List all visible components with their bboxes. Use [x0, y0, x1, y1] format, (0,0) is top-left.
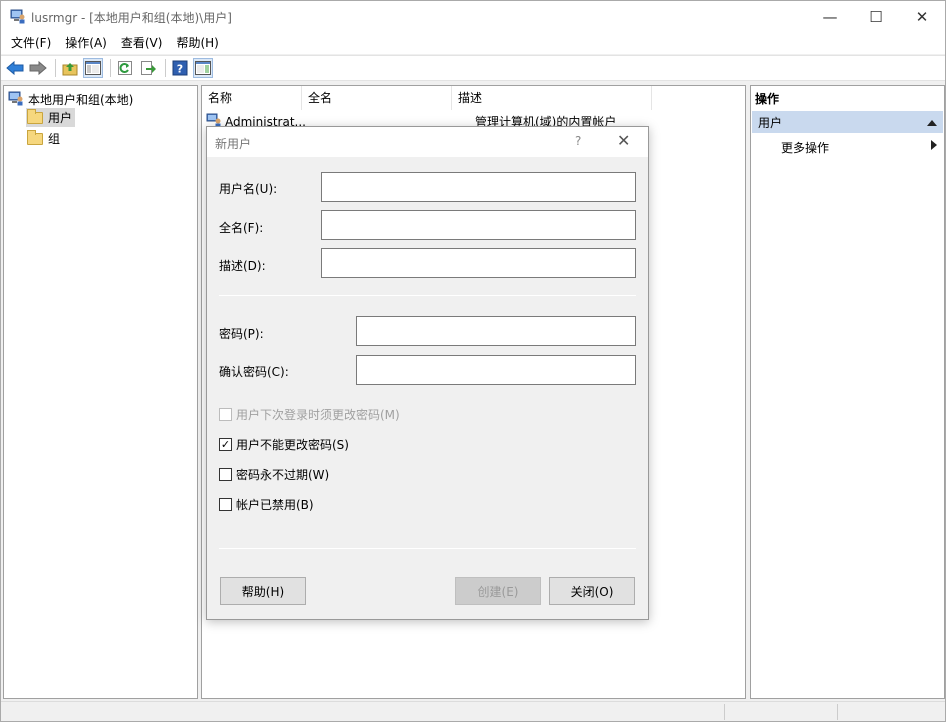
checkbox-label: 用户不能更改密码(S): [236, 438, 349, 452]
confirm-password-label: 确认密码(C):: [219, 365, 289, 379]
username-label: 用户名(U):: [219, 182, 278, 196]
toolbar-separator: [110, 59, 111, 77]
dialog-title: 新用户: [215, 137, 252, 151]
tree-pane: 本地用户和组(本地) 用户 组: [3, 85, 198, 699]
actions-more[interactable]: 更多操作: [781, 139, 941, 156]
cannot-change-password-checkbox[interactable]: ✓ 用户不能更改密码(S): [219, 436, 349, 453]
show-tree-icon[interactable]: [83, 58, 103, 78]
tree-root[interactable]: 本地用户和组(本地): [8, 90, 133, 109]
dialog-close-icon[interactable]: ✕: [617, 131, 630, 150]
tree-item-label: 用户: [48, 111, 73, 125]
folder-icon: [27, 129, 43, 145]
checkbox-label: 用户下次登录时须更改密码(M): [236, 408, 400, 422]
checkbox-box[interactable]: [219, 408, 232, 421]
actions-pane: 操作 用户 更多操作: [750, 85, 945, 699]
fullname-label: 全名(F):: [219, 221, 264, 235]
back-icon[interactable]: [5, 58, 25, 78]
window-title: lusrmgr - [本地用户和组(本地)\用户]: [31, 11, 232, 25]
create-button[interactable]: 创建(E): [455, 577, 541, 605]
forward-icon[interactable]: [28, 58, 48, 78]
computer-users-icon: [10, 8, 26, 24]
checkbox-label: 帐户已禁用(B): [236, 498, 314, 512]
tree-item-groups[interactable]: 组: [26, 129, 63, 148]
close-button[interactable]: 关闭(O): [549, 577, 635, 605]
password-never-expires-checkbox[interactable]: 密码永不过期(W): [219, 466, 329, 483]
confirm-password-input[interactable]: [356, 355, 636, 385]
export-icon[interactable]: [138, 58, 158, 78]
actions-title: 操作: [755, 92, 780, 106]
list-header: 名称 全名 描述: [202, 86, 745, 110]
tree-root-label: 本地用户和组(本地): [28, 93, 134, 107]
status-bar: [1, 701, 945, 721]
column-header-name[interactable]: 名称: [202, 86, 302, 110]
account-disabled-checkbox[interactable]: 帐户已禁用(B): [219, 496, 314, 513]
help-button[interactable]: 帮助(H): [220, 577, 306, 605]
menu-help[interactable]: 帮助(H): [170, 33, 224, 53]
refresh-icon[interactable]: [115, 58, 135, 78]
minimize-button[interactable]: —: [807, 1, 853, 32]
menu-action[interactable]: 操作(A): [59, 33, 113, 53]
status-divider: [837, 704, 838, 720]
status-divider: [724, 704, 725, 720]
folder-icon: [27, 108, 43, 124]
collapse-arrow-icon[interactable]: [927, 115, 937, 129]
help-glyph: ?: [177, 63, 183, 76]
column-header-description[interactable]: 描述: [452, 86, 652, 110]
up-folder-icon[interactable]: [60, 58, 80, 78]
tree-item-label: 组: [48, 132, 61, 146]
column-header-fullname[interactable]: 全名: [302, 86, 452, 110]
description-label: 描述(D):: [219, 259, 266, 273]
must-change-password-checkbox[interactable]: 用户下次登录时须更改密码(M): [219, 406, 400, 423]
tree-item-users[interactable]: 用户: [26, 108, 76, 127]
dialog-title-bar: 新用户 ? ✕: [207, 127, 648, 157]
toolbar: ?: [1, 55, 945, 81]
maximize-button[interactable]: ☐: [853, 1, 899, 32]
fullname-input[interactable]: [321, 210, 636, 240]
actions-more-label: 更多操作: [781, 141, 830, 155]
actions-group-label: 用户: [758, 115, 783, 130]
menu-view[interactable]: 查看(V): [115, 33, 169, 53]
toolbar-separator: [165, 59, 166, 77]
checkbox-box[interactable]: [219, 498, 232, 511]
menu-bar: 文件(F) 操作(A) 查看(V) 帮助(H): [1, 32, 945, 54]
divider: [219, 295, 636, 296]
checkbox-label: 密码永不过期(W): [236, 468, 330, 482]
title-bar: lusrmgr - [本地用户和组(本地)\用户] — ☐ ✕: [1, 1, 945, 32]
dialog-help-icon[interactable]: ?: [575, 134, 581, 148]
password-input[interactable]: [356, 316, 636, 346]
checkbox-box[interactable]: [219, 468, 232, 481]
check-icon[interactable]: ✓: [219, 438, 232, 451]
password-label: 密码(P):: [219, 327, 264, 341]
actions-group-users[interactable]: 用户: [752, 111, 943, 133]
submenu-arrow-icon: [931, 139, 937, 156]
username-input[interactable]: [321, 172, 636, 202]
description-input[interactable]: [321, 248, 636, 278]
help-icon[interactable]: ?: [170, 58, 190, 78]
toolbar-separator: [55, 59, 56, 77]
new-user-dialog: 新用户 ? ✕ 用户名(U): 全名(F): 描述(D): 密码(P): 确认密…: [206, 126, 649, 620]
close-window-button[interactable]: ✕: [899, 1, 945, 32]
menu-file[interactable]: 文件(F): [5, 33, 57, 53]
computer-users-icon: [8, 90, 24, 109]
show-action-pane-icon[interactable]: [193, 58, 213, 78]
divider: [219, 548, 636, 549]
